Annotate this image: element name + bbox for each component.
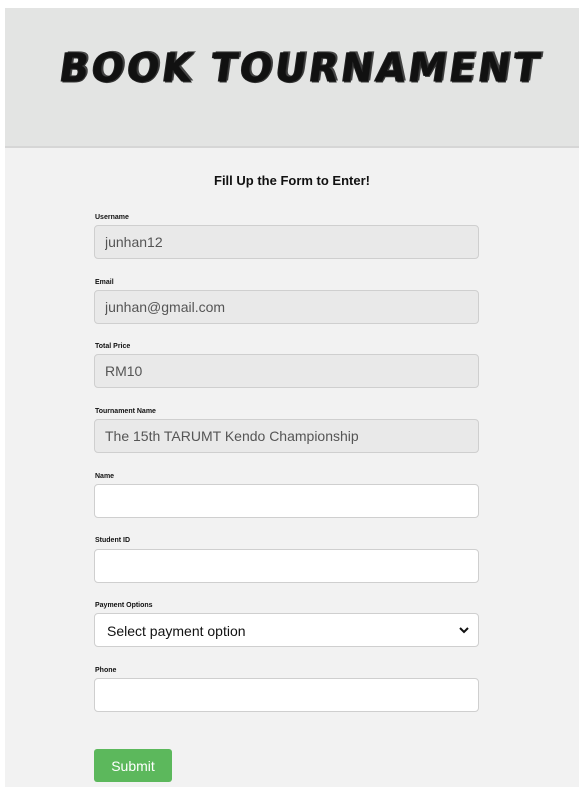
payment-options-label: Payment Options: [95, 602, 153, 609]
phone-field[interactable]: [94, 678, 479, 712]
username-field[interactable]: [94, 225, 479, 259]
email-field[interactable]: [94, 290, 479, 324]
tournament-name-field[interactable]: [94, 419, 479, 453]
payment-options-select[interactable]: Select payment option: [94, 613, 479, 647]
phone-label: Phone: [95, 667, 117, 674]
page-container: BOOK TOURNAMENT Fill Up the Form to Ente…: [5, 8, 579, 787]
total-price-label: Total Price: [95, 343, 131, 350]
payment-selected-value: Select payment option: [107, 623, 246, 639]
form-heading: Fill Up the Form to Enter!: [214, 173, 370, 188]
email-label: Email: [95, 279, 114, 286]
name-label: Name: [95, 473, 115, 480]
username-label: Username: [95, 214, 129, 221]
student-id-field[interactable]: [94, 549, 479, 583]
header-banner: BOOK TOURNAMENT: [5, 8, 579, 148]
student-id-label: Student ID: [95, 537, 130, 544]
total-price-field[interactable]: [94, 354, 479, 388]
tournament-name-label: Tournament Name: [95, 408, 156, 415]
name-field[interactable]: [94, 484, 479, 518]
chevron-down-icon: [459, 627, 469, 634]
submit-button[interactable]: Submit: [94, 749, 172, 782]
brand-title: BOOK TOURNAMENT: [56, 44, 546, 92]
